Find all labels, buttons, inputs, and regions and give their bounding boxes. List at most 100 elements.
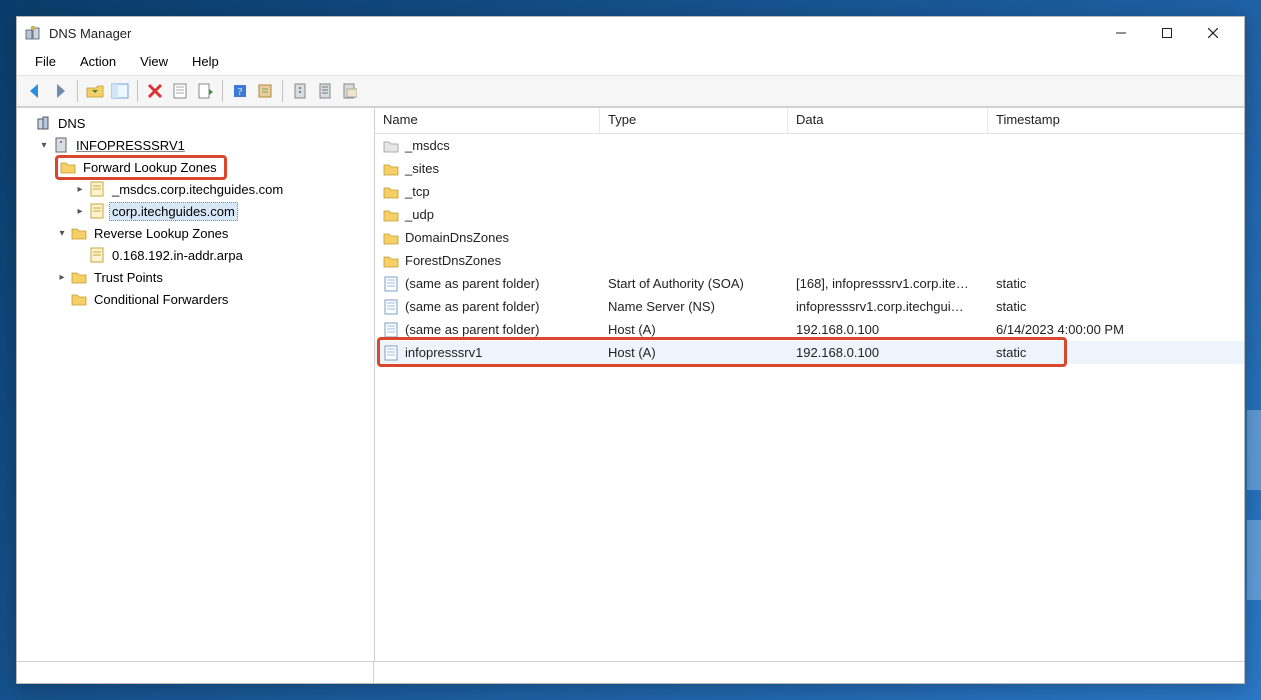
server-icon-2[interactable]: [313, 79, 337, 103]
col-name[interactable]: Name: [375, 108, 600, 133]
folder-icon: [60, 159, 76, 175]
show-hide-tree-button[interactable]: [108, 79, 132, 103]
tree-pane[interactable]: DNS ▾ INFOPRESSSRV1: [17, 108, 375, 661]
zone-file-icon: [89, 203, 105, 219]
record-icon: [383, 276, 399, 292]
maximize-button[interactable]: [1144, 18, 1190, 48]
properties-button[interactable]: [168, 79, 192, 103]
tree-node-reverse-zones[interactable]: ▾ Reverse Lookup Zones: [19, 222, 372, 244]
cell-timestamp: static: [996, 276, 1026, 291]
cell-type: Name Server (NS): [608, 299, 715, 314]
list-row[interactable]: (same as parent folder) Name Server (NS) i…: [375, 295, 1244, 318]
list-row[interactable]: (same as parent folder)Start of Authorit…: [375, 272, 1244, 295]
folder-icon: [383, 253, 399, 269]
tree-label: Conditional Forwarders: [91, 290, 231, 309]
tree-node-trust-points[interactable]: ▸ Trust Points: [19, 266, 372, 288]
server-icon-1[interactable]: [288, 79, 312, 103]
list-header[interactable]: Name Type Data Timestamp: [375, 108, 1244, 134]
tree-label: DNS: [55, 114, 88, 133]
tree-node-forward-zones[interactable]: Forward Lookup Zones: [19, 156, 372, 178]
folder-icon: [383, 230, 399, 246]
list-body[interactable]: _msdcs _sites _tcp _udp DomainDnsZones Forest…: [375, 134, 1244, 661]
chevron-icon[interactable]: [19, 116, 33, 130]
list-row[interactable]: _udp: [375, 203, 1244, 226]
tree-node-dns[interactable]: DNS: [19, 112, 372, 134]
zone-file-icon: [89, 247, 105, 263]
folder-icon: [383, 138, 399, 154]
menu-help[interactable]: Help: [180, 52, 231, 71]
cell-data: infopresssrv1.corp.itechgui…: [796, 299, 964, 314]
record-icon: [383, 299, 399, 315]
folder-icon: [71, 269, 87, 285]
tree-node-zone[interactable]: ▸ _msdcs.corp.itechguides.com: [19, 178, 372, 200]
cell-name: (same as parent folder): [405, 322, 539, 337]
cell-name: (same as parent folder): [405, 299, 539, 314]
list-row[interactable]: _sites: [375, 157, 1244, 180]
folder-icon: [383, 207, 399, 223]
cell-name: infopresssrv1: [405, 345, 482, 360]
tree-label: Forward Lookup Zones: [80, 158, 220, 177]
list-row[interactable]: infopresssrv1Host (A)192.168.0.100static: [375, 341, 1244, 364]
titlebar: DNS Manager: [17, 17, 1244, 49]
list-row[interactable]: ForestDnsZones: [375, 249, 1244, 272]
tree-node-reverse-zone[interactable]: 0.168.192.in-addr.arpa: [19, 244, 372, 266]
tree-label: Reverse Lookup Zones: [91, 224, 231, 243]
up-level-button[interactable]: [83, 79, 107, 103]
col-data[interactable]: Data: [788, 108, 988, 133]
list-row[interactable]: DomainDnsZones: [375, 226, 1244, 249]
record-icon: [383, 345, 399, 361]
dns-manager-window: DNS Manager File Action View Help: [16, 16, 1245, 684]
cell-timestamp: static: [996, 345, 1026, 360]
list-row[interactable]: (same as parent folder)Host (A)192.168.0…: [375, 318, 1244, 341]
chevron-right-icon[interactable]: ▸: [55, 270, 69, 284]
help-button[interactable]: ?: [228, 79, 252, 103]
cell-data: [168], infopresssrv1.corp.ite…: [796, 276, 969, 291]
close-button[interactable]: [1190, 18, 1236, 48]
cell-name: ForestDnsZones: [405, 253, 501, 268]
chevron-icon[interactable]: [73, 248, 87, 262]
back-button[interactable]: [23, 79, 47, 103]
window-title: DNS Manager: [49, 26, 131, 41]
folder-icon: [383, 184, 399, 200]
cell-type: Host (A): [608, 322, 656, 337]
cell-type: Start of Authority (SOA): [608, 276, 744, 291]
cell-data: 192.168.0.100: [796, 345, 879, 360]
app-icon: [25, 25, 41, 41]
cell-timestamp: 6/14/2023 4:00:00 PM: [996, 322, 1124, 337]
record-icon: [383, 322, 399, 338]
tree-label: 0.168.192.in-addr.arpa: [109, 246, 246, 265]
cell-name: _tcp: [405, 184, 430, 199]
col-type[interactable]: Type: [600, 108, 788, 133]
menubar: File Action View Help: [17, 49, 1244, 75]
tree-node-conditional-forwarders[interactable]: Conditional Forwarders: [19, 288, 372, 310]
col-timestamp[interactable]: Timestamp: [988, 108, 1244, 133]
delete-button[interactable]: [143, 79, 167, 103]
minimize-button[interactable]: [1098, 18, 1144, 48]
cell-name: _sites: [405, 161, 439, 176]
menu-view[interactable]: View: [128, 52, 180, 71]
svg-text:?: ?: [238, 86, 243, 98]
server-icon: [53, 137, 69, 153]
menu-file[interactable]: File: [23, 52, 68, 71]
tree-label: INFOPRESSSRV1: [73, 136, 188, 155]
tree-node-zone-selected[interactable]: ▸ corp.itechguides.com: [19, 200, 372, 222]
menu-action[interactable]: Action: [68, 52, 128, 71]
chevron-right-icon[interactable]: ▸: [73, 204, 87, 218]
export-button[interactable]: [193, 79, 217, 103]
folder-icon: [71, 291, 87, 307]
server-icon-3[interactable]: [338, 79, 362, 103]
statusbar-left: [17, 662, 374, 683]
chevron-right-icon[interactable]: ▸: [73, 182, 87, 196]
new-record-button[interactable]: [253, 79, 277, 103]
tree-node-server[interactable]: ▾ INFOPRESSSRV1: [19, 134, 372, 156]
list-row[interactable]: _msdcs: [375, 134, 1244, 157]
chevron-icon[interactable]: [55, 292, 69, 306]
forward-button[interactable]: [48, 79, 72, 103]
folder-icon: [71, 225, 87, 241]
tree-label: _msdcs.corp.itechguides.com: [109, 180, 286, 199]
chevron-down-icon[interactable]: ▾: [37, 138, 51, 152]
cell-name: DomainDnsZones: [405, 230, 509, 245]
list-row[interactable]: _tcp: [375, 180, 1244, 203]
chevron-down-icon[interactable]: ▾: [55, 226, 69, 240]
tree-label: corp.itechguides.com: [109, 202, 238, 221]
